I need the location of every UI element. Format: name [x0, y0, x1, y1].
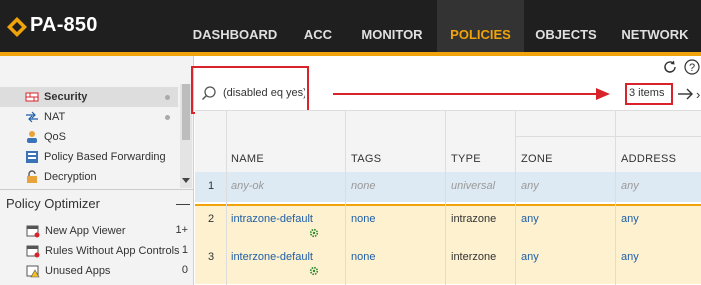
- optimizer-item-label: Unused Apps: [45, 265, 111, 277]
- rule-type: intrazone: [451, 213, 497, 225]
- sidebar-item-policy-based-forwarding[interactable]: Policy Based Forwarding: [0, 147, 178, 167]
- svg-text:?: ?: [689, 62, 695, 74]
- row-number: 2: [208, 213, 215, 225]
- new-app-viewer-icon: [26, 225, 40, 238]
- security-rules-icon: [25, 92, 39, 102]
- policy-optimizer-title: Policy Optimizer: [6, 196, 100, 211]
- column-header-name[interactable]: NAME: [231, 153, 264, 165]
- rule-zone: any: [521, 251, 539, 263]
- help-icon[interactable]: ?: [684, 59, 700, 75]
- sidebar-item-label: NAT: [44, 111, 66, 123]
- rule-tags: none: [351, 251, 376, 263]
- optimizer-item-unused-apps[interactable]: Unused Apps 0: [0, 261, 194, 281]
- nat-icon: [26, 111, 38, 123]
- rule-tags: none: [351, 213, 376, 225]
- sidebar-item-label: QoS: [44, 131, 67, 143]
- sidebar-item-label: Policy Based Forwarding: [44, 151, 166, 163]
- rule-address: any: [621, 213, 639, 225]
- column-header-type[interactable]: TYPE: [451, 153, 481, 165]
- unused-apps-icon: [26, 265, 40, 278]
- policy-tree: Security NAT QoS Policy Based Forwarding: [0, 84, 180, 244]
- scroll-down-icon[interactable]: [182, 178, 190, 183]
- column-divider: [345, 110, 346, 285]
- device-name: PA-850: [30, 14, 98, 36]
- column-header-zone[interactable]: ZONE: [521, 153, 553, 165]
- column-group-divider: [515, 136, 701, 137]
- rule-zone: any: [521, 213, 539, 225]
- optimizer-item-new-app-viewer[interactable]: New App Viewer 1+: [0, 221, 194, 241]
- scroll-thumb[interactable]: [182, 84, 190, 140]
- column-divider: [515, 110, 516, 285]
- qos-icon: [27, 131, 37, 143]
- optimizer-item-label: Rules Without App Controls: [45, 245, 180, 257]
- rule-name[interactable]: interzone-default: [231, 251, 313, 263]
- decryption-icon: [27, 170, 37, 183]
- sidebar-item-decryption[interactable]: Decryption: [0, 167, 178, 187]
- rule-name[interactable]: any-ok: [231, 180, 264, 192]
- column-header-address[interactable]: ADDRESS: [621, 153, 676, 165]
- annotation-arrow-head-icon: [596, 88, 610, 100]
- rule-name[interactable]: intrazone-default: [231, 213, 313, 225]
- optimizer-item-count: 1: [181, 244, 188, 256]
- sidebar-item-qos[interactable]: QoS: [0, 127, 178, 147]
- tab-network[interactable]: NETWORK: [614, 0, 696, 56]
- sidebar-item-label: Security: [44, 91, 88, 103]
- paloalto-logo-icon: [7, 17, 27, 37]
- table-header: NAME TAGS TYPE ZONE ADDRESS: [195, 110, 701, 176]
- optimizer-item-label: New App Viewer: [45, 225, 126, 237]
- chevron-right-icon[interactable]: ›: [696, 87, 700, 102]
- rule-address: any: [621, 180, 639, 192]
- column-divider: [615, 110, 616, 285]
- tab-objects[interactable]: OBJECTS: [530, 0, 602, 56]
- apply-filter-arrow-icon[interactable]: [677, 86, 695, 102]
- collapse-button[interactable]: —: [176, 195, 190, 211]
- rules-without-app-icon: [26, 245, 40, 258]
- optimizer-item-count: 1+: [175, 224, 188, 236]
- rule-zone: any: [521, 180, 539, 192]
- optimizer-item-rules-without-app-controls[interactable]: Rules Without App Controls 1: [0, 241, 194, 261]
- top-bar: PA-850 DASHBOARD ACC MONITOR POLICIES OB…: [0, 0, 701, 56]
- rule-type: interzone: [451, 251, 497, 263]
- row-number: 1: [208, 180, 215, 192]
- status-dot: [165, 115, 170, 120]
- sidebar-item-nat[interactable]: NAT: [0, 107, 178, 127]
- pbf-icon: [26, 151, 38, 163]
- sidebar-item-security[interactable]: Security: [0, 87, 178, 107]
- tab-monitor[interactable]: MONITOR: [354, 0, 430, 56]
- tab-acc[interactable]: ACC: [290, 0, 346, 56]
- optimizer-item-count: 0: [181, 264, 188, 276]
- table-row[interactable]: 1 any-ok none universal any any: [195, 172, 701, 202]
- annotation-arrow-line: [333, 93, 598, 95]
- items-count: 3 items: [629, 87, 665, 99]
- column-divider: [445, 110, 446, 285]
- column-divider: [226, 110, 227, 285]
- left-navigation-panel: Security NAT QoS Policy Based Forwarding: [0, 56, 194, 285]
- table-row[interactable]: 2 intrazone-default none intrazone any a…: [195, 204, 701, 244]
- gear-icon: [309, 266, 319, 276]
- table-row[interactable]: 3 interzone-default none interzone any a…: [195, 244, 701, 284]
- panel-splitter[interactable]: [0, 189, 194, 195]
- column-header-tags[interactable]: TAGS: [351, 153, 381, 165]
- row-number: 3: [208, 251, 215, 263]
- rule-type: universal: [451, 180, 496, 192]
- refresh-icon[interactable]: [662, 59, 678, 75]
- annotation-box-filter: [191, 66, 309, 114]
- status-dot: [165, 95, 170, 100]
- sidebar-item-label: Decryption: [44, 171, 97, 183]
- tab-policies[interactable]: POLICIES: [437, 0, 524, 56]
- rule-tags: none: [351, 180, 376, 192]
- gear-icon: [309, 228, 319, 238]
- rule-address: any: [621, 251, 639, 263]
- tab-dashboard[interactable]: DASHBOARD: [188, 0, 282, 56]
